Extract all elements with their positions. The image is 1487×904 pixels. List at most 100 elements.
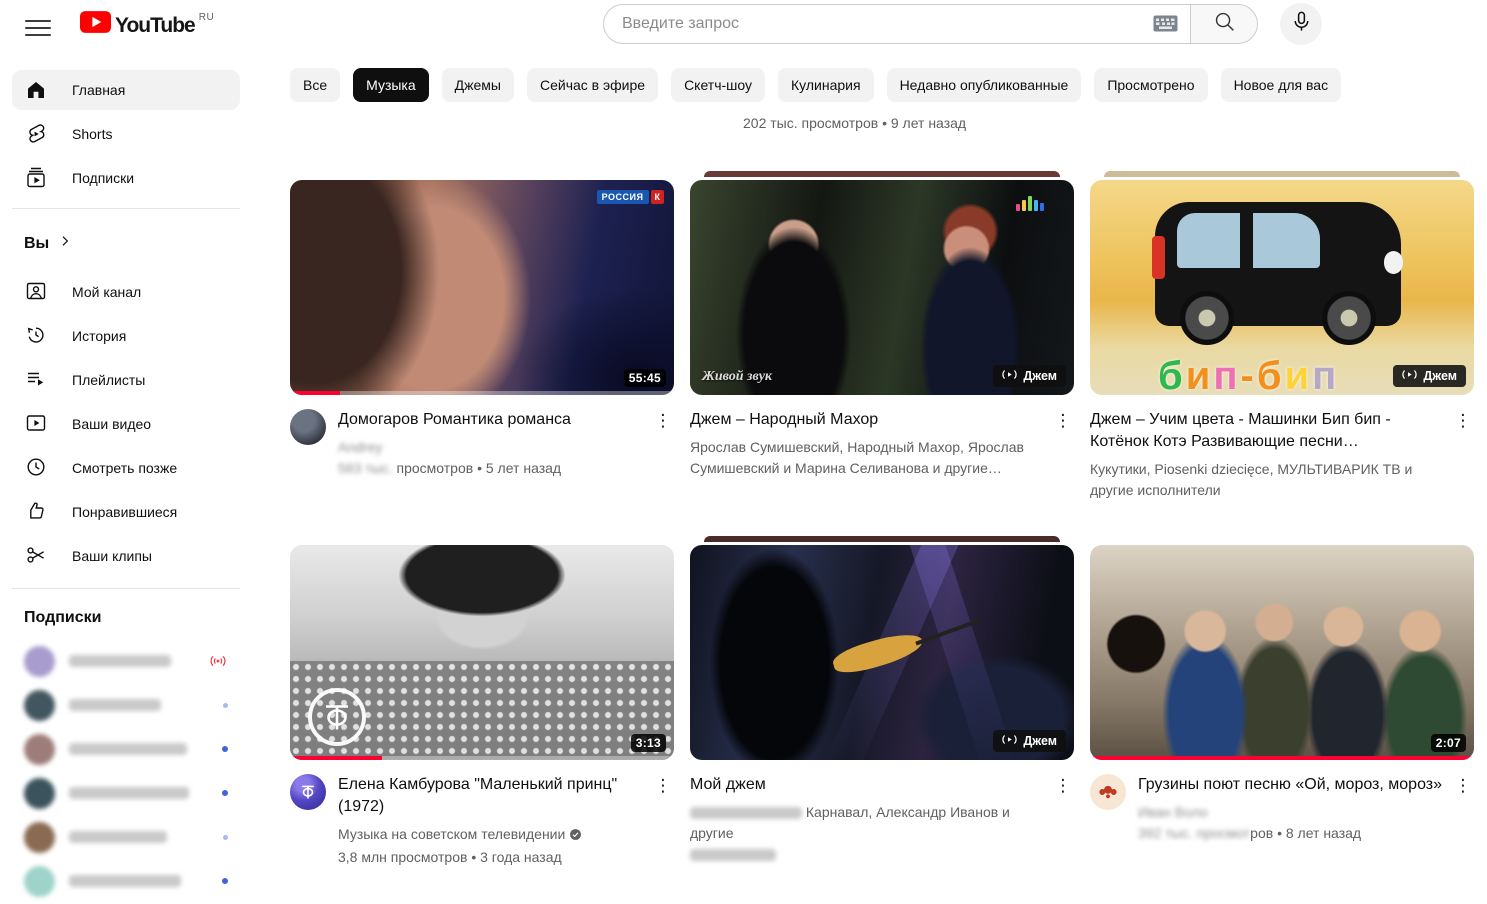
sidebar-item-liked-videos[interactable]: Понравившиеся (12, 490, 240, 534)
video-card: 3:13 Елена Камбурова "Маленький принц" (… (290, 545, 674, 868)
channel-name-blurred (69, 787, 189, 799)
sidebar-item-history[interactable]: История (12, 314, 240, 358)
sidebar-item-label: Плейлисты (72, 372, 145, 388)
video-thumbnail[interactable]: Джем (690, 545, 1074, 760)
sidebar-divider (12, 588, 240, 589)
scissors-icon (24, 543, 48, 570)
channel-avatar[interactable] (290, 409, 326, 445)
equalizer-logo-icon (1016, 196, 1044, 211)
search-area (603, 4, 1258, 44)
more-options-button[interactable]: ⋮ (652, 776, 674, 796)
video-thumbnail[interactable]: бип-бип Джем (1090, 180, 1474, 395)
chip-jams[interactable]: Джемы (442, 68, 514, 102)
menu-button[interactable] (25, 16, 51, 40)
sidebar-item-shorts[interactable]: Shorts (12, 114, 240, 154)
sidebar-item-label: Shorts (72, 126, 112, 142)
my-channel-icon (24, 279, 48, 306)
video-title[interactable]: Мой джем (690, 774, 1048, 796)
mix-artists: Кукутики, Piosenki dziecięce, МУЛЬТИВАРИ… (1090, 459, 1448, 501)
chip-watched[interactable]: Просмотрено (1094, 68, 1207, 102)
more-options-button[interactable]: ⋮ (1052, 776, 1074, 796)
watch-progress-bar (1090, 756, 1474, 760)
chevron-right-icon (57, 233, 73, 254)
youtube-logo[interactable]: YouTube RU (80, 11, 214, 41)
sidebar-item-label: Мой канал (72, 284, 141, 300)
channel-avatar (24, 734, 55, 765)
channel-name-blurred[interactable]: Andrey (338, 439, 382, 455)
video-thumbnail[interactable]: РОССИЯК 55:45 (290, 180, 674, 395)
more-options-button[interactable]: ⋮ (1452, 776, 1474, 796)
more-options-button[interactable]: ⋮ (1452, 411, 1474, 431)
playlists-icon (24, 367, 48, 394)
sidebar-item-your-videos[interactable]: Ваши видео (12, 402, 240, 446)
mix-card: Джем Мой джем Карнавал, Александр Иванов… (690, 545, 1074, 865)
video-title[interactable]: Елена Камбурова "Маленький принц" (1972) (338, 774, 648, 818)
video-title[interactable]: Грузины поют песню «Ой, мороз, мороз» (1138, 774, 1448, 796)
jam-badge: Джем (993, 365, 1066, 387)
blurred-text (690, 807, 802, 819)
video-meta: 3,8 млн просмотров • 3 года назад (338, 847, 648, 868)
sidebar-section-you[interactable]: Вы (12, 219, 240, 270)
sidebar-item-playlists[interactable]: Плейлисты (12, 358, 240, 402)
channel-name-blurred (69, 699, 161, 711)
history-icon (24, 323, 48, 350)
duration-badge: 2:07 (1431, 734, 1466, 752)
video-thumbnail[interactable]: 3:13 (290, 545, 674, 760)
sidebar-item-watch-later[interactable]: Смотреть позже (12, 446, 240, 490)
microphone-icon (1290, 10, 1313, 38)
chip-recently-uploaded[interactable]: Недавно опубликованные (887, 68, 1082, 102)
subscription-channel[interactable] (12, 859, 240, 903)
logo-wordmark: YouTube (115, 11, 195, 41)
youtube-app: YouTube RU (0, 0, 1487, 904)
channel-name-blurred[interactable]: Иван Воло (1138, 804, 1208, 820)
live-sound-watermark: Живой звук (702, 369, 772, 385)
subscription-channel[interactable] (12, 815, 240, 859)
sidebar-item-my-channel[interactable]: Мой канал (12, 270, 240, 314)
video-card: 2:07 Грузины поют песню «Ой, мороз, моро… (1090, 545, 1474, 844)
search-button[interactable] (1190, 4, 1258, 44)
new-content-dot (223, 835, 228, 840)
tv-channel-watermark: РОССИЯК (597, 190, 664, 204)
live-icon (208, 653, 228, 669)
duration-badge: 55:45 (624, 369, 666, 387)
chip-bar: Все Музыка Джемы Сейчас в эфире Скетч-шо… (290, 68, 1341, 102)
mix-artists: Карнавал, Александр Иванов и другие (690, 802, 1048, 844)
sidebar-item-subscriptions[interactable]: Подписки (12, 158, 240, 198)
mix-card: бип-бип Джем Джем – Учим цвета - Машинки… (1090, 180, 1474, 501)
channel-avatar (24, 778, 55, 809)
subscription-channel[interactable] (12, 727, 240, 771)
voice-search-button[interactable] (1280, 3, 1322, 45)
chip-all[interactable]: Все (290, 68, 340, 102)
chip-new-to-you[interactable]: Новое для вас (1221, 68, 1342, 102)
video-title[interactable]: Джем – Учим цвета - Машинки Бип бип - Ко… (1090, 409, 1448, 453)
keyboard-icon[interactable] (1153, 15, 1178, 37)
more-options-button[interactable]: ⋮ (652, 411, 674, 431)
duration-badge: 3:13 (631, 734, 666, 752)
subscription-channel[interactable] (12, 771, 240, 815)
chip-live[interactable]: Сейчас в эфире (527, 68, 658, 102)
chip-sketch[interactable]: Скетч-шоу (671, 68, 765, 102)
sidebar-item-your-clips[interactable]: Ваши клипы (12, 534, 240, 578)
chip-music[interactable]: Музыка (353, 68, 429, 102)
video-thumbnail[interactable]: Живой звук Джем (690, 180, 1074, 395)
cutoff-video-meta: 202 тыс. просмотров • 9 лет назад (743, 115, 966, 131)
search-input[interactable] (603, 4, 1190, 44)
channel-avatar[interactable] (290, 774, 326, 810)
chip-cooking[interactable]: Кулинария (778, 68, 874, 102)
channel-name[interactable]: Музыка на советском телевидении (338, 824, 648, 847)
video-thumbnail[interactable]: 2:07 (1090, 545, 1474, 760)
subscription-channel[interactable] (12, 683, 240, 727)
more-options-button[interactable]: ⋮ (1052, 411, 1074, 431)
subscriptions-icon (24, 166, 48, 190)
channel-avatar[interactable] (1090, 774, 1126, 810)
your-videos-icon (24, 411, 48, 438)
video-title[interactable]: Джем – Народный Махор (690, 409, 1048, 431)
channel-name-blurred (69, 743, 187, 755)
mix-artists: Ярослав Сумишевский, Народный Махор, Яро… (690, 437, 1048, 479)
new-content-dot (222, 790, 228, 796)
sidebar-item-home[interactable]: Главная (12, 70, 240, 110)
sidebar-item-label: Ваши клипы (72, 548, 152, 564)
sidebar-item-label: Ваши видео (72, 416, 151, 432)
subscription-channel[interactable] (12, 639, 240, 683)
video-title[interactable]: Домогаров Романтика романса (338, 409, 648, 431)
